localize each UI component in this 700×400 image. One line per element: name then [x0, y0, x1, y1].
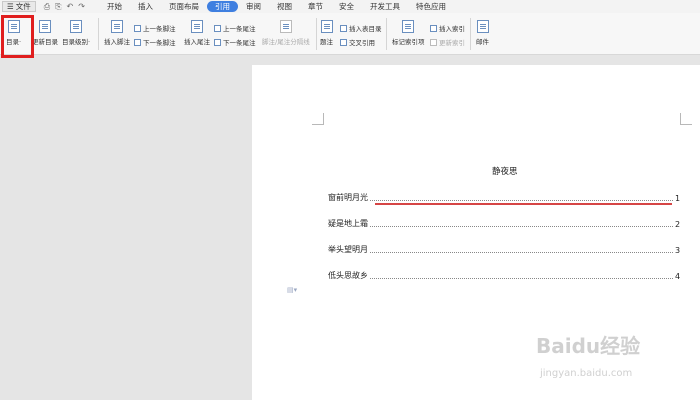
next-footnote-label: 下一条脚注	[143, 39, 176, 47]
tab-insert[interactable]: 插入	[130, 1, 161, 12]
tab-home[interactable]: 开始	[99, 1, 130, 12]
ribbon-divider	[316, 18, 317, 50]
insert-table-of-figures-label: 插入表目录	[349, 25, 382, 33]
toc-entry-label: 窗前明月光	[328, 193, 368, 202]
toc-entry[interactable]: 窗前明月光 1	[328, 191, 680, 203]
toc-entry-page: 1	[675, 194, 681, 203]
toc-level-button[interactable]: 目录级别·	[62, 20, 90, 46]
caption-label: 题注	[320, 38, 333, 46]
toc-entry-page: 4	[675, 272, 681, 281]
footnote-icon	[111, 20, 123, 33]
mark-index-entry-button[interactable]: 标记索引项	[392, 20, 425, 46]
document-title: 静夜思	[492, 167, 518, 177]
cross-reference-label: 交叉引用	[349, 39, 375, 47]
toc-entry[interactable]: 疑是地上霜 2	[328, 217, 680, 229]
endnote-icon	[191, 20, 203, 33]
prev-endnote-button[interactable]: 上一条尾注	[214, 23, 256, 33]
next-endnote-icon	[214, 38, 221, 46]
next-endnote-label: 下一条尾注	[223, 39, 256, 47]
tab-view[interactable]: 视图	[269, 1, 300, 12]
toc-entry-page: 3	[675, 246, 681, 255]
cross-reference-icon	[340, 38, 347, 46]
prev-endnote-icon	[214, 24, 221, 32]
footnote-separator-button[interactable]: 脚注/尾注分隔线	[262, 20, 310, 46]
prev-footnote-button[interactable]: 上一条脚注	[134, 23, 176, 33]
update-index-button[interactable]: 更新索引	[430, 37, 465, 47]
refresh-toc-icon	[39, 20, 51, 33]
ribbon-tabs: 开始 插入 页面布局 引用 审阅 视图 章节 安全 开发工具 特色应用	[99, 1, 454, 12]
insert-index-button[interactable]: 插入索引	[430, 23, 465, 33]
caption-icon	[320, 20, 333, 33]
undo-icon[interactable]: ↶	[67, 2, 74, 11]
tab-security[interactable]: 安全	[331, 1, 362, 12]
prev-footnote-icon	[134, 24, 141, 32]
print-icon[interactable]: ⎘	[55, 2, 61, 12]
prev-footnote-label: 上一条脚注	[143, 25, 176, 33]
quick-access-toolbar: ⎙ ⎘ ↶ ↷	[44, 2, 85, 12]
toc-entry[interactable]: 举头望明月 3	[328, 243, 680, 255]
ribbon: 目录· 更新目录 目录级别· 插入脚注 上一条脚注 下一条脚注 插入尾注 上一条…	[0, 13, 700, 55]
document-options-icon[interactable]: ▤▾	[287, 286, 297, 294]
footnote-separator-label: 脚注/尾注分隔线	[262, 38, 310, 46]
next-footnote-button[interactable]: 下一条脚注	[134, 37, 176, 47]
update-toc-label: 更新目录	[32, 38, 58, 46]
next-footnote-icon	[134, 38, 141, 46]
insert-index-label: 插入索引	[439, 25, 465, 33]
tab-page-layout[interactable]: 页面布局	[161, 1, 207, 12]
save-icon[interactable]: ⎙	[44, 2, 50, 12]
table-of-figures-icon	[340, 24, 347, 32]
insert-footnote-label: 插入脚注	[104, 38, 130, 46]
tab-references[interactable]: 引用	[206, 1, 238, 12]
margin-corner-mark	[680, 113, 692, 125]
toc-button-highlight	[1, 15, 34, 58]
tab-section[interactable]: 章节	[300, 1, 331, 12]
hamburger-icon: ☰	[7, 2, 14, 11]
update-index-icon	[430, 38, 437, 46]
toc-level-label: 目录级别·	[62, 38, 91, 46]
mail-label: 邮件	[476, 38, 489, 46]
toc-leader-dots	[370, 200, 673, 201]
mark-index-entry-label: 标记索引项	[392, 38, 425, 46]
update-toc-button[interactable]: 更新目录	[32, 20, 58, 46]
margin-corner-mark	[312, 113, 324, 125]
baidu-jingyan-watermark: Baidu经验	[536, 334, 641, 358]
file-menu-button[interactable]: ☰ 文件	[2, 1, 36, 12]
caption-button[interactable]: 题注	[320, 20, 333, 46]
menubar: ☰ 文件 ⎙ ⎘ ↶ ↷ 开始 插入 页面布局 引用 审阅 视图 章节 安全 开…	[0, 0, 700, 13]
mail-button[interactable]: 邮件	[476, 20, 489, 46]
toc-entry-label: 举头望明月	[328, 245, 368, 254]
toc-leader-dots	[370, 278, 673, 279]
cross-reference-button[interactable]: 交叉引用	[340, 37, 375, 47]
mail-icon	[476, 20, 489, 33]
file-menu-label: 文件	[15, 2, 31, 11]
toc-entry-label: 低头思故乡	[328, 271, 368, 280]
tab-special-apps[interactable]: 特色应用	[408, 1, 454, 12]
mark-index-icon	[402, 20, 415, 33]
toc-entry-label: 疑是地上霜	[328, 219, 368, 228]
ribbon-divider	[98, 18, 99, 50]
update-index-label: 更新索引	[439, 39, 465, 47]
ribbon-divider	[386, 18, 387, 50]
tab-review[interactable]: 审阅	[238, 1, 269, 12]
separator-line-icon	[279, 20, 292, 33]
highlight-underline	[375, 203, 672, 205]
redo-icon[interactable]: ↷	[78, 2, 85, 11]
toc-entry[interactable]: 低头思故乡 4	[328, 269, 680, 281]
toc-leader-dots	[370, 226, 673, 227]
next-endnote-button[interactable]: 下一条尾注	[214, 37, 256, 47]
prev-endnote-label: 上一条尾注	[223, 25, 256, 33]
toc-leader-dots	[370, 252, 673, 253]
insert-table-of-figures-button[interactable]: 插入表目录	[340, 23, 382, 33]
watermark-url: jingyan.baidu.com	[540, 368, 633, 379]
insert-endnote-label: 插入尾注	[184, 38, 210, 46]
insert-endnote-button[interactable]: 插入尾注	[184, 20, 210, 46]
insert-index-icon	[430, 24, 437, 32]
ribbon-divider	[470, 18, 471, 50]
insert-footnote-button[interactable]: 插入脚注	[104, 20, 130, 46]
tab-developer[interactable]: 开发工具	[362, 1, 408, 12]
toc-level-icon	[70, 20, 83, 33]
toc-entry-page: 2	[675, 220, 681, 229]
